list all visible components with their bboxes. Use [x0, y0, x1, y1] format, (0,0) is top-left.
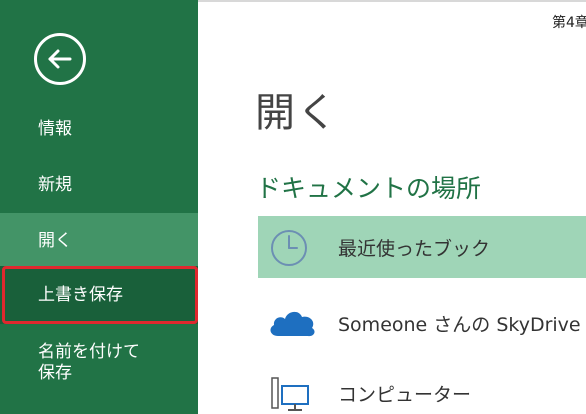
backstage-view: 情報 新規 開く 上書き保存 名前を付けて 保存 第4章 開く ドキュメントの場… — [0, 0, 586, 414]
nav-item-label: 開く — [38, 231, 72, 251]
nav-item-label: 情報 — [38, 119, 72, 139]
location-skydrive[interactable]: Someone さんの SkyDrive — [258, 292, 586, 354]
section-title: ドキュメントの場所 — [256, 174, 482, 203]
nav-item-label-line2: 保存 — [38, 363, 72, 383]
backstage-sidebar: 情報 新規 開く 上書き保存 名前を付けて 保存 — [0, 0, 198, 414]
nav-item-open[interactable]: 開く — [0, 213, 198, 266]
computer-icon — [271, 377, 309, 411]
location-computer[interactable]: コンピューター — [258, 362, 586, 414]
nav-item-save[interactable]: 上書き保存 — [0, 266, 198, 324]
location-label: Someone さんの SkyDrive — [338, 314, 581, 336]
nav-item-save-as[interactable]: 名前を付けて 保存 — [0, 342, 198, 390]
location-label: コンピューター — [338, 384, 472, 406]
back-button[interactable] — [34, 33, 86, 85]
page-title: 開く — [255, 90, 339, 136]
nav-item-label-line1: 名前を付けて — [38, 342, 140, 362]
chapter-label: 第4章 — [552, 15, 586, 31]
nav-item-info[interactable]: 情報 — [0, 118, 198, 144]
back-arrow-icon — [48, 49, 72, 69]
cloud-icon — [270, 311, 315, 337]
nav-item-label: 上書き保存 — [38, 285, 123, 305]
location-label: 最近使ったブック — [338, 238, 491, 260]
location-recent-workbooks[interactable]: 最近使ったブック — [258, 216, 586, 278]
nav-item-new[interactable]: 新規 — [0, 174, 198, 200]
top-divider — [198, 0, 586, 2]
nav-item-label: 新規 — [38, 175, 72, 195]
clock-icon — [271, 230, 307, 266]
